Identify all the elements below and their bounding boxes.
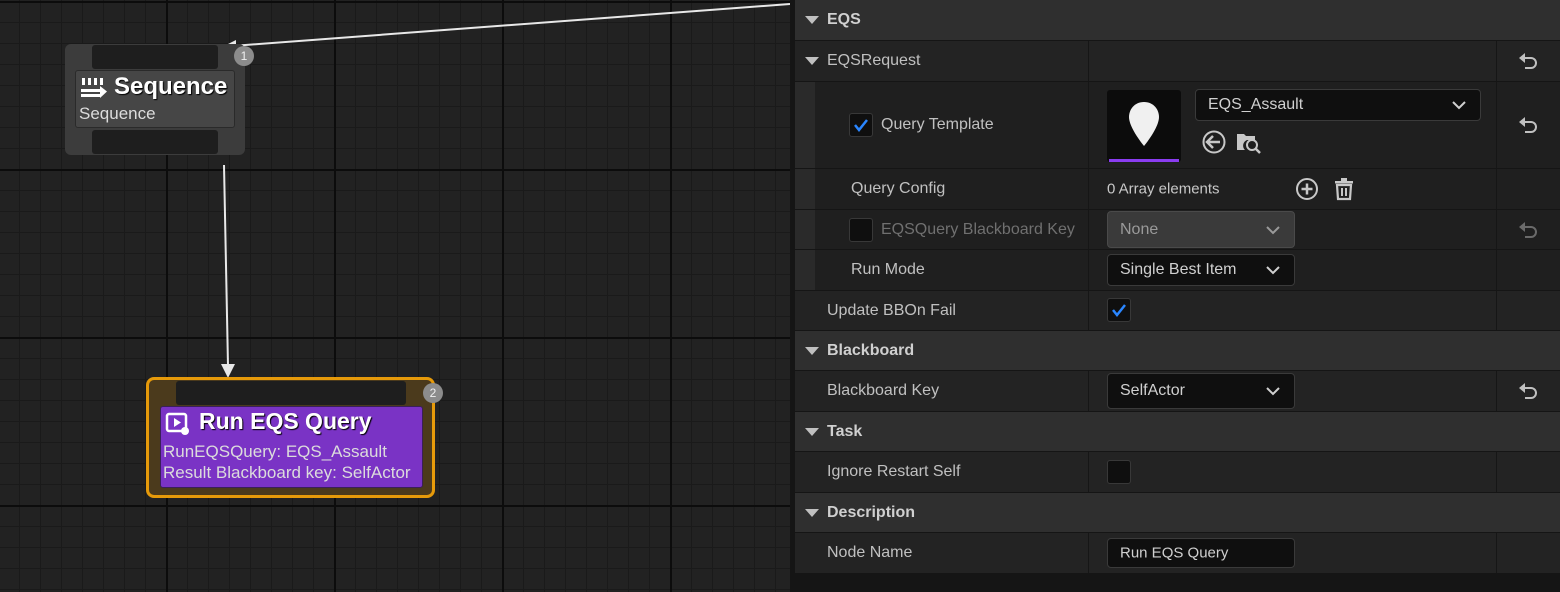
category-blackboard[interactable]: Blackboard (795, 331, 1560, 370)
run-mode-dropdown[interactable]: Single Best Item (1107, 254, 1295, 286)
property-label: Query Config (851, 180, 946, 197)
details-panel: EQS EQSRequest Query Template EQS_Assaul… (790, 0, 1560, 592)
expand-triangle-icon[interactable] (805, 508, 819, 517)
property-label: Update BBOn Fail (827, 301, 956, 319)
arrow-left-circle-icon[interactable] (1201, 129, 1227, 155)
property-ignore-restart-self[interactable]: Ignore Restart Self (795, 452, 1560, 492)
checkmark-icon (1112, 304, 1126, 318)
chevron-down-icon (1266, 225, 1280, 234)
chevron-down-icon (1266, 387, 1280, 396)
query-template-checkbox[interactable] (849, 113, 873, 137)
run-eqs-node-title: Run EQS Query (199, 408, 372, 434)
property-query-template[interactable]: Query Template EQS_Assault (795, 82, 1560, 168)
trash-icon[interactable] (1333, 177, 1355, 201)
asset-thumbnail[interactable] (1107, 90, 1181, 162)
reset-to-default-icon[interactable] (1518, 53, 1540, 69)
property-label: Node Name (827, 544, 913, 561)
category-label: Blackboard (827, 341, 915, 359)
checkmark-icon (854, 119, 868, 133)
category-task[interactable]: Task (795, 412, 1560, 451)
parent-wire (231, 3, 790, 47)
eqs-query-blackboard-key-checkbox[interactable] (849, 218, 873, 242)
asset-name: EQS_Assault (1208, 96, 1304, 113)
map-pin-icon (1129, 102, 1159, 146)
category-description[interactable]: Description (795, 493, 1560, 532)
property-query-config[interactable]: Query Config 0 Array elements (795, 169, 1560, 209)
category-label: Description (827, 503, 916, 521)
property-label: EQSQuery Blackboard Key (881, 220, 1075, 238)
execution-order-badge: 1 (234, 46, 254, 66)
reset-to-default-icon[interactable] (1518, 383, 1540, 399)
array-count: 0 Array elements (1107, 180, 1220, 198)
blackboard-key-dropdown[interactable]: SelfActor (1107, 373, 1295, 409)
sequence-to-eqs-wire (223, 164, 229, 367)
sequence-icon (81, 78, 107, 98)
expand-triangle-icon[interactable] (805, 346, 819, 355)
run-eqs-query-node[interactable]: Run EQS Query RunEQSQuery: EQS_Assault R… (146, 377, 443, 498)
dropdown-value: Single Best Item (1120, 261, 1237, 278)
property-eqs-query-blackboard-key[interactable]: EQSQuery Blackboard Key None (795, 210, 1560, 249)
property-run-mode[interactable]: Run Mode Single Best Item (795, 250, 1560, 290)
asset-type-underline (1109, 159, 1179, 162)
run-eqs-query-line: RunEQSQuery: EQS_Assault (163, 442, 387, 461)
eqs-query-blackboard-key-dropdown[interactable]: None (1107, 211, 1295, 248)
property-label: EQSRequest (827, 52, 921, 69)
property-label: Ignore Restart Self (827, 463, 961, 480)
query-template-asset-picker[interactable]: EQS_Assault (1195, 89, 1481, 121)
expand-triangle-icon[interactable] (805, 16, 819, 24)
expand-triangle-icon[interactable] (805, 57, 819, 65)
chevron-down-icon (1452, 101, 1466, 110)
sequence-node-title: Sequence (114, 73, 228, 100)
output-pin[interactable] (92, 130, 218, 154)
behavior-tree-graph[interactable]: Sequence Sequence 1 Run EQS Query RunEQS… (0, 0, 790, 592)
expand-triangle-icon[interactable] (805, 427, 819, 436)
property-update-bb-on-fail[interactable]: Update BBOn Fail (795, 291, 1560, 330)
input-pin[interactable] (176, 381, 406, 405)
node-name-value: Run EQS Query (1120, 544, 1229, 562)
property-label: Run Mode (851, 261, 925, 278)
category-label: Task (827, 422, 863, 440)
run-eqs-icon (165, 412, 189, 435)
execution-order-badge: 2 (423, 383, 443, 403)
folder-search-icon[interactable] (1235, 128, 1263, 156)
ignore-restart-self-checkbox[interactable] (1107, 460, 1131, 484)
category-label: EQS (827, 11, 861, 28)
category-eqs[interactable]: EQS (795, 0, 1560, 40)
sequence-node[interactable]: Sequence Sequence 1 (65, 44, 254, 155)
wire-arrow-head (221, 364, 235, 378)
chevron-down-icon (1266, 266, 1280, 275)
node-name-input[interactable]: Run EQS Query (1107, 538, 1295, 568)
dropdown-value: SelfActor (1120, 382, 1185, 399)
property-blackboard-key[interactable]: Blackboard Key SelfActor (795, 371, 1560, 411)
result-blackboard-key-line: Result Blackboard key: SelfActor (163, 463, 411, 482)
sequence-node-subtitle: Sequence (79, 104, 156, 123)
update-bb-on-fail-checkbox[interactable] (1107, 298, 1131, 322)
property-node-name[interactable]: Node Name Run EQS Query (795, 533, 1560, 573)
property-label: Query Template (881, 116, 994, 133)
sequence-node-body: Sequence Sequence (75, 70, 235, 128)
property-eqs-request[interactable]: EQSRequest (795, 41, 1560, 81)
plus-circle-icon[interactable] (1295, 177, 1319, 201)
run-eqs-node-body: Run EQS Query RunEQSQuery: EQS_Assault R… (160, 406, 423, 488)
dropdown-value: None (1120, 220, 1159, 238)
reset-to-default-icon[interactable] (1518, 221, 1540, 238)
property-label: Blackboard Key (827, 382, 940, 399)
input-pin[interactable] (92, 45, 218, 69)
reset-to-default-icon[interactable] (1518, 117, 1540, 133)
